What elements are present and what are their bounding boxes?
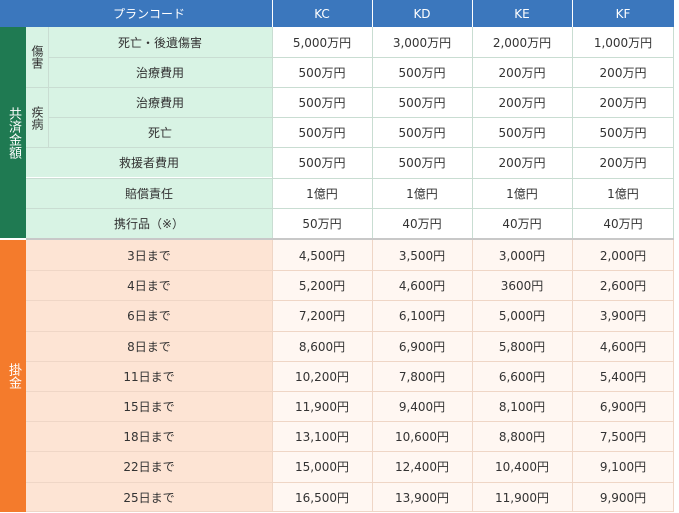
premium-value-kf: 7,500円 (572, 421, 674, 451)
coverage-row-label: 治療費用 (48, 87, 272, 117)
premium-value-kc: 15,000円 (272, 451, 372, 482)
illness-group-label: 疾病 (26, 87, 48, 148)
premium-value-kc: 13,100円 (272, 421, 372, 451)
premium-value-kd: 12,400円 (372, 451, 472, 482)
premium-value-kc: 11,900円 (272, 391, 372, 421)
coverage-row-label: 治療費用 (48, 57, 272, 87)
header-corner (0, 0, 26, 27)
premium-row-label: 25日まで (26, 482, 272, 512)
coverage-value-kc: 50万円 (272, 208, 372, 238)
premium-value-kf: 3,900円 (572, 300, 674, 331)
plan-code-header: プランコード (26, 0, 272, 27)
coverage-value-kf: 40万円 (572, 208, 674, 238)
premium-value-ke: 3,000円 (472, 240, 572, 270)
premium-value-kd: 4,600円 (372, 270, 472, 300)
premium-value-kd: 6,900円 (372, 331, 472, 361)
coverage-row-label: 賠償責任 (26, 178, 272, 208)
plan-header-kc: KC (272, 0, 372, 27)
coverage-value-kd: 500万円 (372, 87, 472, 117)
premium-value-kc: 7,200円 (272, 300, 372, 331)
coverage-value-kd: 500万円 (372, 117, 472, 147)
premium-value-kd: 9,400円 (372, 391, 472, 421)
injury-group-label: 傷害 (26, 27, 48, 87)
plan-header-kf: KF (572, 0, 674, 27)
premium-value-kd: 13,900円 (372, 482, 472, 512)
coverage-value-kf: 200万円 (572, 147, 674, 177)
premium-value-ke: 8,800円 (472, 421, 572, 451)
premium-value-kc: 8,600円 (272, 331, 372, 361)
coverage-value-ke: 200万円 (472, 87, 572, 117)
coverage-row-label: 死亡 (48, 117, 272, 147)
premium-value-kf: 9,900円 (572, 482, 674, 512)
premium-value-kf: 4,600円 (572, 331, 674, 361)
coverage-value-kd: 40万円 (372, 208, 472, 238)
premium-value-kc: 5,200円 (272, 270, 372, 300)
premium-value-kd: 7,800円 (372, 361, 472, 391)
premium-value-ke: 5,800円 (472, 331, 572, 361)
premium-value-kc: 10,200円 (272, 361, 372, 391)
premium-value-kf: 9,100円 (572, 451, 674, 482)
premium-value-ke: 10,400円 (472, 451, 572, 482)
coverage-section-text: 共済金額 (6, 106, 21, 159)
coverage-row-label: 救援者費用 (26, 147, 272, 177)
premium-value-ke: 6,600円 (472, 361, 572, 391)
coverage-value-kf: 1,000万円 (572, 27, 674, 57)
coverage-value-kd: 500万円 (372, 147, 472, 177)
premium-value-ke: 11,900円 (472, 482, 572, 512)
premium-value-kc: 4,500円 (272, 240, 372, 270)
plan-header-ke: KE (472, 0, 572, 27)
coverage-section-label: 共済金額 (0, 27, 26, 238)
coverage-value-kc: 500万円 (272, 147, 372, 177)
premium-row-label: 3日まで (26, 240, 272, 270)
premium-value-ke: 3600円 (472, 270, 572, 300)
coverage-value-kd: 3,000万円 (372, 27, 472, 57)
coverage-value-kf: 1億円 (572, 178, 674, 208)
premium-value-kf: 5,400円 (572, 361, 674, 391)
coverage-value-kd: 500万円 (372, 57, 472, 87)
plan-header-kd: KD (372, 0, 472, 27)
coverage-value-kc: 1億円 (272, 178, 372, 208)
coverage-row-label: 死亡・後遺傷害 (48, 27, 272, 57)
coverage-value-kf: 200万円 (572, 57, 674, 87)
coverage-value-kf: 500万円 (572, 117, 674, 147)
premium-value-kd: 6,100円 (372, 300, 472, 331)
premium-value-kd: 10,600円 (372, 421, 472, 451)
coverage-value-kf: 200万円 (572, 87, 674, 117)
premium-value-ke: 8,100円 (472, 391, 572, 421)
premium-row-label: 4日まで (26, 270, 272, 300)
premium-value-kc: 16,500円 (272, 482, 372, 512)
premium-value-kf: 6,900円 (572, 391, 674, 421)
coverage-value-kc: 500万円 (272, 117, 372, 147)
premium-value-kd: 3,500円 (372, 240, 472, 270)
premium-row-label: 6日まで (26, 300, 272, 331)
premium-value-ke: 5,000円 (472, 300, 572, 331)
premium-row-label: 8日まで (26, 331, 272, 361)
premium-value-kf: 2,000円 (572, 240, 674, 270)
coverage-value-kd: 1億円 (372, 178, 472, 208)
coverage-value-kc: 500万円 (272, 57, 372, 87)
plan-comparison-table: プランコード KC KD KE KF 共済金額 掛金 傷害 疾病 死亡・後遺傷害… (0, 0, 674, 512)
coverage-value-ke: 1億円 (472, 178, 572, 208)
premium-row-label: 22日まで (26, 451, 272, 482)
coverage-value-ke: 200万円 (472, 57, 572, 87)
coverage-value-ke: 40万円 (472, 208, 572, 238)
coverage-value-ke: 500万円 (472, 117, 572, 147)
coverage-value-ke: 2,000万円 (472, 27, 572, 57)
premium-section-label: 掛金 (0, 240, 26, 512)
premium-section-text: 掛金 (6, 363, 21, 389)
coverage-value-kc: 5,000万円 (272, 27, 372, 57)
premium-row-label: 15日まで (26, 391, 272, 421)
premium-value-kf: 2,600円 (572, 270, 674, 300)
premium-row-label: 11日まで (26, 361, 272, 391)
coverage-value-kc: 500万円 (272, 87, 372, 117)
premium-row-label: 18日まで (26, 421, 272, 451)
coverage-row-label: 携行品（※） (26, 208, 272, 238)
coverage-value-ke: 200万円 (472, 147, 572, 177)
